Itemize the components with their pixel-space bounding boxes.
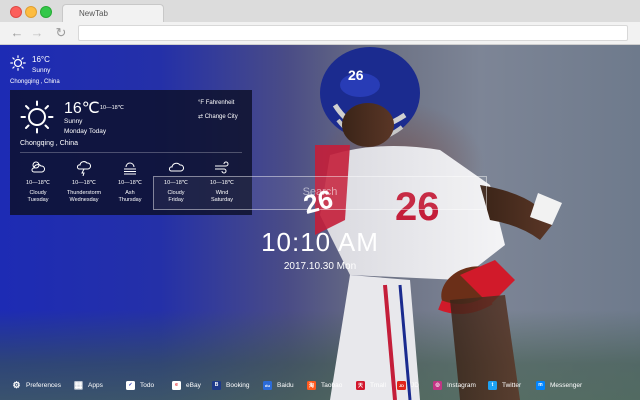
taobao-link[interactable]: 淘 Taobao [307, 377, 342, 393]
taobao-icon: 淘 [307, 380, 316, 390]
todo-link[interactable]: ✓ Todo [126, 377, 154, 393]
baidu-icon: du [263, 380, 272, 390]
weather-location: Chongqing , China [20, 140, 78, 147]
divider [20, 152, 242, 153]
current-day: Monday Today [64, 128, 107, 135]
weather-mini-condition: Sunny [32, 67, 51, 74]
forecast-condition: Thunderstorm [66, 190, 102, 196]
clock-date: 2017.10.30 Mon [283, 261, 357, 272]
todo-check-icon: ✓ [126, 380, 135, 390]
current-temperature: 16℃ [64, 100, 100, 117]
cloud-sun-icon [31, 161, 46, 173]
back-arrow-icon[interactable]: ← [8, 24, 26, 42]
shortcut-label: Instagram [447, 381, 476, 389]
search-input[interactable] [154, 177, 486, 207]
change-city-label: Change City [204, 114, 238, 120]
tmall-link[interactable]: 天 Tmall [356, 377, 386, 393]
preferences-link[interactable]: ⚙ Preferences [12, 377, 61, 393]
jd-icon: JD [397, 380, 406, 390]
instagram-link[interactable]: ◎ Instagram [433, 377, 476, 393]
current-range: 10—18℃ [100, 105, 124, 111]
booking-icon: B [212, 380, 221, 390]
svg-text:26: 26 [348, 67, 364, 83]
shortcut-bar: ⚙ Preferences ▦ Apps ✓ Todo e eBay B Boo… [0, 377, 640, 393]
gear-icon: ⚙ [12, 379, 21, 390]
instagram-icon: ◎ [433, 380, 442, 390]
tab-newtab[interactable]: NewTab [62, 4, 164, 23]
forecast-day-name: Thursday [118, 197, 142, 203]
fahrenheit-icon: °F [198, 100, 205, 106]
forecast-day-name: Tuesday [27, 197, 49, 203]
messenger-link[interactable]: m Messenger [536, 377, 582, 393]
forecast-day: 10—18℃ Thunderstorm Wednesday [62, 158, 106, 203]
shortcut-label: Messenger [550, 381, 583, 389]
thunderstorm-icon [77, 161, 92, 177]
fahrenheit-label: Fahrenheit [205, 100, 235, 106]
baidu-link[interactable]: du Baidu [263, 377, 294, 393]
shortcut-label: Apps [88, 381, 103, 389]
wind-icon [215, 161, 229, 174]
forecast-day: 10—18℃ Ash Thursday [108, 158, 152, 203]
fahrenheit-toggle[interactable]: °F Fahrenheit [198, 100, 234, 106]
shortcut-label: Tmall [370, 381, 386, 389]
forecast-condition: Cloudy [29, 190, 47, 196]
current-condition: Sunny [64, 118, 83, 125]
weather-mini-location: Chongqing , China [10, 79, 60, 85]
booking-link[interactable]: B Booking [212, 377, 250, 393]
forecast-range: 10—18℃ [72, 180, 96, 186]
address-bar[interactable] [78, 25, 628, 41]
shortcut-label: JD [411, 381, 419, 389]
tab-title: NewTab [79, 9, 108, 18]
forward-arrow-icon[interactable]: → [28, 24, 46, 42]
shortcut-label: Preferences [26, 381, 62, 389]
ebay-link[interactable]: e eBay [172, 377, 201, 393]
jd-link[interactable]: JD JD [397, 377, 419, 393]
apps-link[interactable]: ▦ Apps [74, 377, 103, 393]
apps-grid-icon: ▦ [73, 379, 84, 391]
forecast-range: 10—18℃ [26, 180, 50, 186]
sun-icon [10, 55, 26, 71]
tmall-icon: 天 [356, 380, 365, 390]
shortcut-label: Twitter [502, 381, 522, 389]
forecast-day-name: Wednesday [69, 197, 99, 203]
twitter-link[interactable]: t Twitter [488, 377, 521, 393]
cloud-icon [169, 162, 185, 172]
shortcut-label: Taobao [321, 381, 343, 389]
reload-icon[interactable]: ↻ [52, 24, 70, 42]
shortcut-label: Todo [140, 381, 155, 389]
twitter-icon: t [488, 380, 497, 390]
change-city-icon: ⇄ [198, 114, 204, 120]
maximize-window-button[interactable] [40, 6, 52, 18]
search-box [153, 176, 487, 210]
weather-mini-temp: 16°C [32, 55, 50, 64]
sun-large-icon [20, 100, 54, 134]
title-bar: NewTab [0, 0, 640, 23]
shortcut-label: Baidu [277, 381, 294, 389]
close-window-button[interactable] [10, 6, 22, 18]
background-player-image: 26 26 26 [300, 47, 562, 400]
shortcut-label: eBay [186, 381, 201, 389]
ebay-icon: e [172, 380, 181, 390]
shortcut-label: Booking [226, 381, 250, 389]
ash-icon [124, 162, 136, 175]
clock-time: 10:10 AM [261, 227, 379, 257]
forecast-condition: Ash [125, 190, 135, 196]
forecast-day: 10—18℃ Cloudy Tuesday [16, 158, 60, 203]
browser-toolbar: ← → ↻ [0, 22, 640, 45]
new-tab-page: 26 26 26 16°C Sunny Chongqing , China 16… [0, 45, 640, 400]
change-city-button[interactable]: ⇄ Change City [198, 113, 238, 120]
messenger-icon: m [536, 380, 545, 390]
forecast-range: 10—18℃ [118, 180, 142, 186]
minimize-window-button[interactable] [25, 6, 37, 18]
